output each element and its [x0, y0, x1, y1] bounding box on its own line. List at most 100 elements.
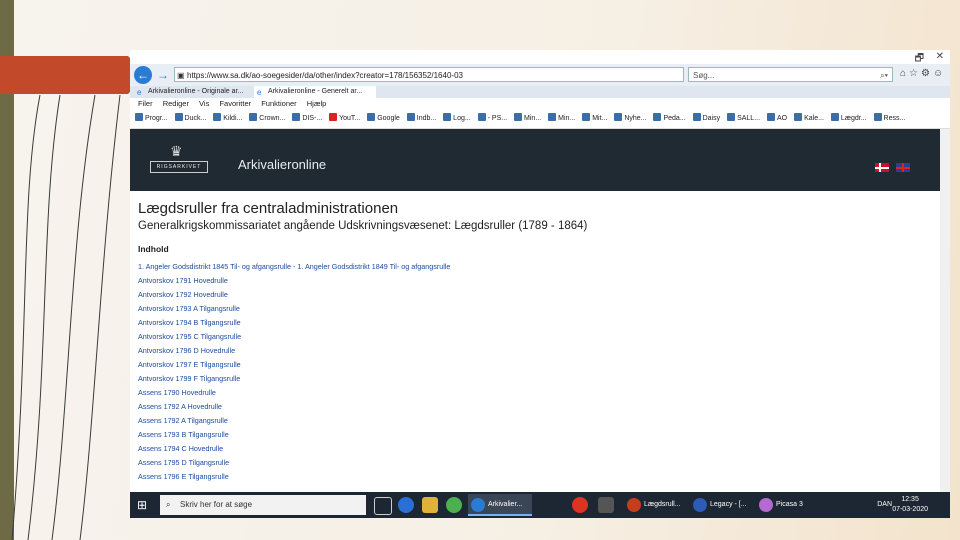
- record-link[interactable]: Assens 1790 Hovedrulle: [138, 386, 928, 400]
- record-link[interactable]: Assens 1792 A Tilgangsrulle: [138, 414, 928, 428]
- favorite-item[interactable]: Ress...: [873, 110, 905, 128]
- favorite-item[interactable]: Peda...: [653, 110, 686, 128]
- favorite-item[interactable]: Google: [367, 110, 400, 128]
- file-explorer-icon[interactable]: [422, 497, 438, 513]
- menu-view[interactable]: Vis: [199, 98, 209, 110]
- chrome-icon[interactable]: [446, 497, 462, 513]
- crown-icon: ♛: [170, 143, 183, 159]
- gear-icon[interactable]: ⚙: [921, 68, 933, 79]
- settings-icon[interactable]: [598, 497, 614, 513]
- task-view-icon[interactable]: [374, 497, 392, 515]
- tab-label: Arkivalieronline - Originale ar...: [148, 88, 244, 95]
- favorite-item[interactable]: SALL...: [727, 110, 760, 128]
- record-link[interactable]: Assens 1796 E Tilgangsrulle: [138, 470, 928, 484]
- english-flag-icon[interactable]: [896, 163, 910, 172]
- record-link[interactable]: Antvorskov 1793 A Tilgangsrulle: [138, 302, 928, 316]
- search-placeholder: Søg...: [693, 71, 715, 80]
- record-link[interactable]: Assens 1795 D Tilgangsrulle: [138, 456, 928, 470]
- favorite-item[interactable]: Progr...: [135, 110, 168, 128]
- tab-strip: e Arkivalieronline - Originale ar... e A…: [130, 86, 950, 98]
- url-field[interactable]: ▣ https://www.sa.dk/ao-soegesider/da/oth…: [174, 67, 684, 82]
- record-link-list: 1. Angeler Godsdistrikt 1845 Til- og afg…: [138, 260, 928, 484]
- title-bar: 🗗 ✕: [130, 50, 950, 64]
- favorite-item[interactable]: Log...: [443, 110, 471, 128]
- record-link[interactable]: Antvorskov 1795 C Tilgangsrulle: [138, 330, 928, 344]
- record-link[interactable]: Antvorskov 1797 E Tilgangsrulle: [138, 358, 928, 372]
- favorite-item[interactable]: Crown...: [249, 110, 285, 128]
- back-button[interactable]: ←: [134, 66, 152, 84]
- windows-start-icon[interactable]: ⊞: [134, 497, 150, 513]
- favorite-item[interactable]: Kale...: [794, 110, 824, 128]
- taskbar-clock[interactable]: 12:35 07-03-2020: [892, 495, 928, 515]
- record-link[interactable]: Antvorskov 1792 Hovedrulle: [138, 288, 928, 302]
- favorite-item[interactable]: Min...: [514, 110, 541, 128]
- new-tab-button[interactable]: [378, 86, 396, 98]
- input-language[interactable]: DAN: [877, 501, 892, 508]
- legacy-icon: [693, 498, 707, 512]
- favorite-item[interactable]: Indb...: [406, 110, 436, 128]
- favorite-item[interactable]: - PS...: [477, 110, 507, 128]
- contents-heading: Indhold: [138, 244, 169, 254]
- powerpoint-icon: [627, 498, 641, 512]
- taskbar-app-ie[interactable]: Arkivalier...: [468, 494, 532, 516]
- tab-1[interactable]: e Arkivalieronline - Originale ar...: [134, 86, 252, 98]
- record-link[interactable]: Antvorskov 1796 D Hovedrulle: [138, 344, 928, 358]
- record-link[interactable]: Antvorskov 1799 F Tilgangsrulle: [138, 372, 928, 386]
- taskbar-app-label: Picasa 3: [776, 501, 803, 508]
- taskbar-app-legacy[interactable]: Legacy - [...: [690, 494, 754, 516]
- menu-file[interactable]: Filer: [138, 98, 153, 110]
- record-link[interactable]: 1. Angeler Godsdistrikt 1845 Til- og afg…: [138, 260, 928, 274]
- page-content: Lægdsruller fra centraladministrationen …: [138, 200, 928, 484]
- close-icon[interactable]: ✕: [936, 51, 944, 62]
- language-flags: [872, 159, 910, 177]
- page-scrollbar[interactable]: [940, 129, 950, 497]
- slide-accent-tab: [0, 56, 146, 94]
- taskbar-app-picasa[interactable]: Picasa 3: [756, 494, 816, 516]
- favorite-item[interactable]: Nyhe...: [614, 110, 647, 128]
- page-icon: ▣: [177, 71, 185, 80]
- favorite-item[interactable]: YouT...: [329, 110, 360, 128]
- favorite-item[interactable]: Mit...: [582, 110, 607, 128]
- taskbar-app-powerpoint[interactable]: Lægdsrull...: [624, 494, 688, 516]
- search-icon[interactable]: ⌕▾: [880, 68, 888, 83]
- skype-icon[interactable]: [398, 497, 414, 513]
- page-title: Lægdsruller fra centraladministrationen: [138, 200, 399, 217]
- menu-tools[interactable]: Funktioner: [261, 98, 296, 110]
- record-link[interactable]: Antvorskov 1791 Hovedrulle: [138, 274, 928, 288]
- favorite-item[interactable]: Daisy: [692, 110, 720, 128]
- home-icon[interactable]: ⌂: [900, 68, 909, 79]
- browser-search-field[interactable]: Søg... ⌕▾: [688, 67, 893, 82]
- taskbar-app-label: Arkivalier...: [488, 501, 523, 508]
- favorites-bar: Progr... Duck... Kildi... Crown... DIS-.…: [130, 110, 950, 129]
- taskbar-app-label: Legacy - [...: [710, 501, 747, 508]
- favorite-item[interactable]: DIS-...: [292, 110, 322, 128]
- toolbar-icons: ⌂☆⚙☺: [900, 68, 946, 79]
- record-link[interactable]: Assens 1792 A Hovedrulle: [138, 400, 928, 414]
- record-link[interactable]: Assens 1794 C Hovedrulle: [138, 442, 928, 456]
- record-link[interactable]: Assens 1793 B Tilgangsrulle: [138, 428, 928, 442]
- rigsarkivet-logo[interactable]: ♛ RIGSARKIVET: [150, 143, 208, 175]
- favorite-item[interactable]: AO: [767, 110, 787, 128]
- danish-flag-icon[interactable]: [874, 163, 889, 172]
- smiley-icon[interactable]: ☺: [933, 68, 946, 79]
- windows-taskbar: ⊞ ⌕ Skriv her for at søge Arkivalier... …: [130, 492, 950, 518]
- ie-icon: e: [257, 88, 262, 97]
- favorite-item[interactable]: Min...: [548, 110, 575, 128]
- menu-help[interactable]: Hjælp: [307, 98, 327, 110]
- menu-favorites[interactable]: Favoritter: [219, 98, 251, 110]
- menu-edit[interactable]: Rediger: [163, 98, 189, 110]
- star-icon[interactable]: ☆: [909, 68, 921, 79]
- record-link[interactable]: Antvorskov 1794 B Tilgangsrulle: [138, 316, 928, 330]
- favorite-item[interactable]: Duck...: [174, 110, 206, 128]
- site-header: ♛ RIGSARKIVET Arkivalieronline: [130, 129, 950, 191]
- ie-icon: [471, 498, 485, 512]
- favorite-item[interactable]: Lægdr...: [830, 110, 867, 128]
- taskbar-search-field[interactable]: ⌕ Skriv her for at søge: [160, 495, 366, 515]
- page-subtitle: Generalkrigskommissariatet angående Udsk…: [138, 220, 588, 232]
- site-title[interactable]: Arkivalieronline: [238, 157, 326, 172]
- favorite-item[interactable]: Kildi...: [213, 110, 242, 128]
- opera-icon[interactable]: [572, 497, 588, 513]
- tab-2[interactable]: e Arkivalieronline - Generelt ar...: [254, 86, 376, 98]
- forward-button[interactable]: →: [154, 66, 172, 84]
- tab-label: Arkivalieronline - Generelt ar...: [268, 88, 363, 95]
